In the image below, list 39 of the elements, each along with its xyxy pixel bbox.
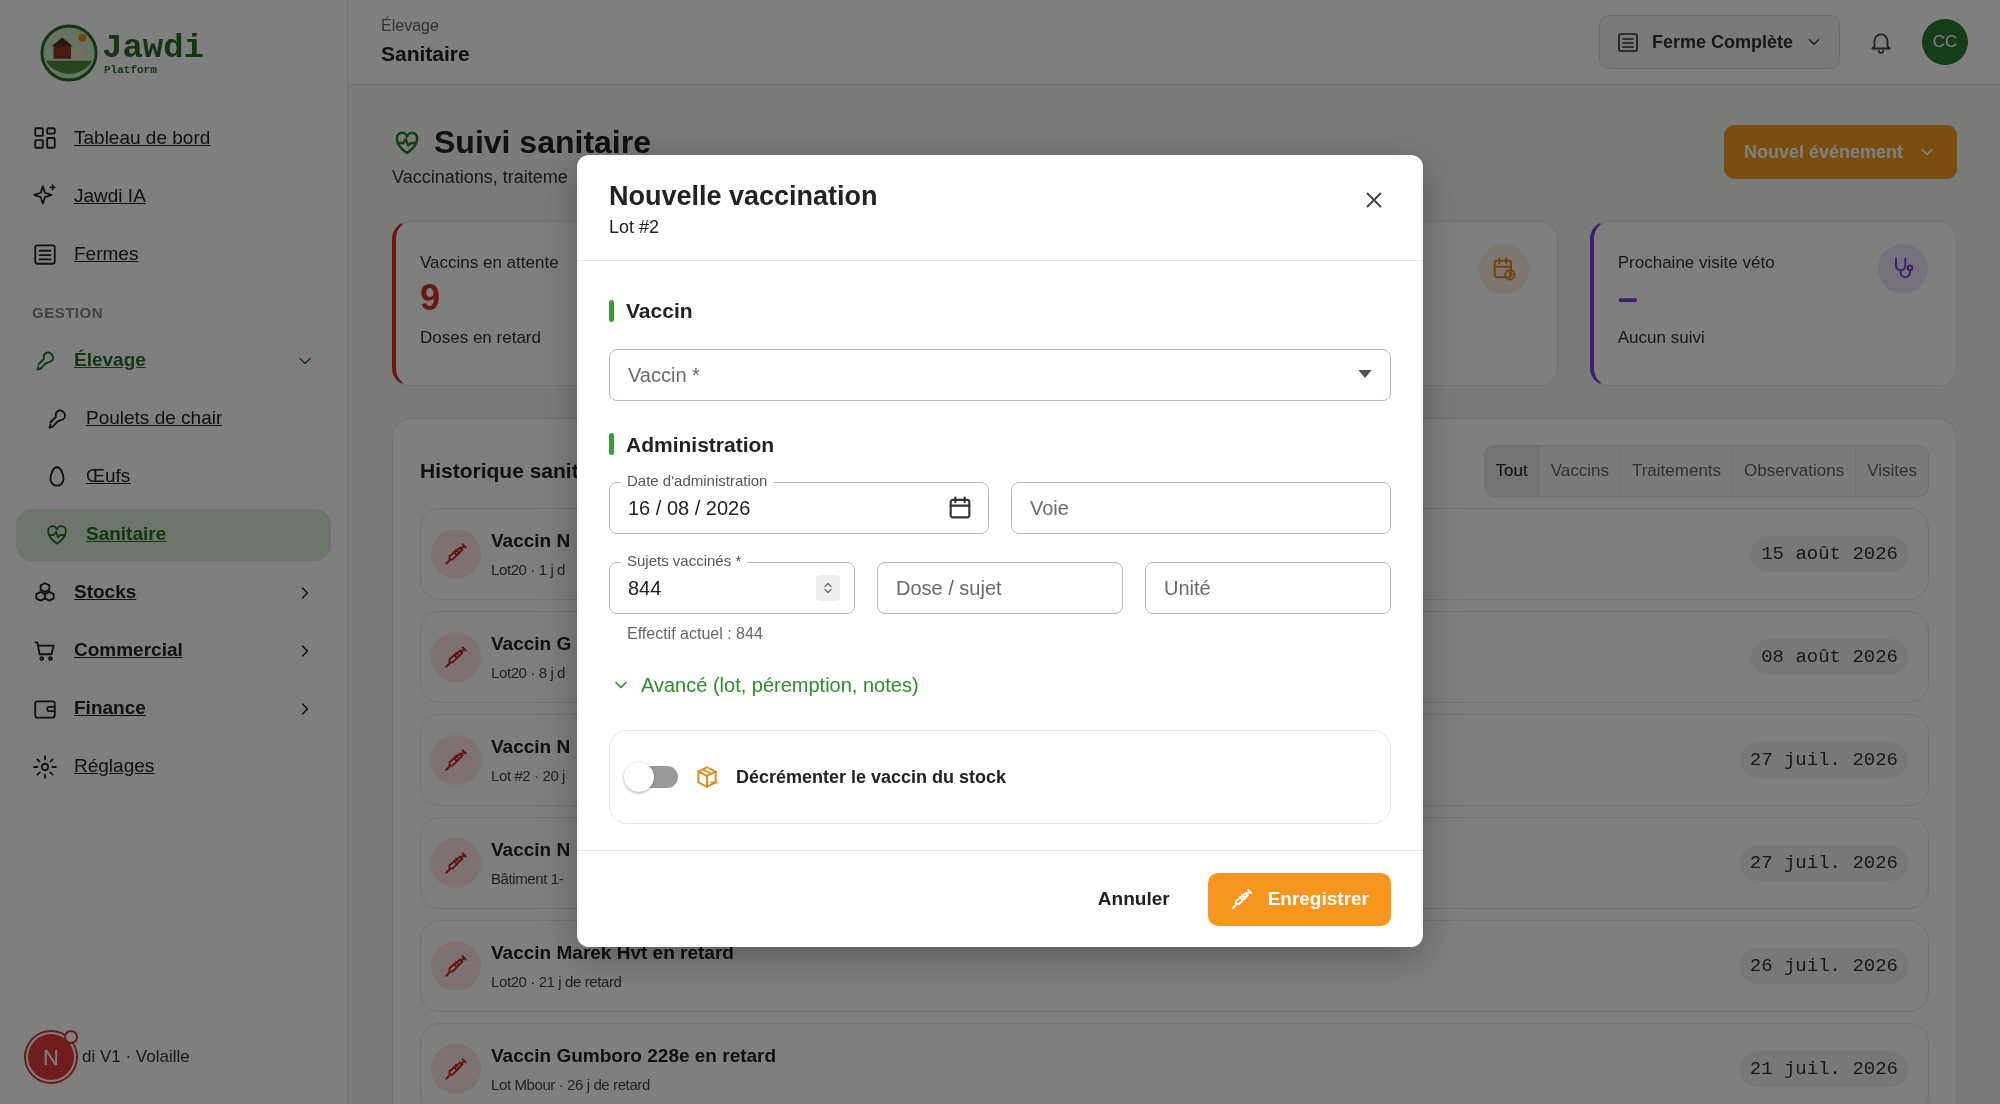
stat-value: 9 xyxy=(420,275,441,319)
event-title: Vaccin Marek Hvt en retard xyxy=(491,940,734,965)
date-badge: 15 août 2026 xyxy=(1751,535,1908,573)
stat-label: Prochaine visite véto xyxy=(1617,252,1775,275)
modal-title: Nouvelle vaccination xyxy=(609,180,878,213)
event-title: Vaccin Gumboro 228e en retard xyxy=(491,1043,777,1068)
event-title: Vaccin G xyxy=(491,631,572,656)
event-subtitle: Lot Mbour · 26 j de retard xyxy=(491,1075,650,1096)
stat-value: – xyxy=(1617,275,1638,319)
section-heading: Administration xyxy=(626,431,775,458)
stat-note: Aucun suivi xyxy=(1617,326,1705,349)
breadcrumb: Élevage xyxy=(381,15,440,37)
event-subtitle: Bâtiment 1- xyxy=(491,869,564,890)
event-subtitle: Lot20 · 1 j d xyxy=(491,560,566,581)
section-label: GESTION xyxy=(32,303,104,323)
date-badge: 27 juil. 2026 xyxy=(1739,741,1908,779)
event-subtitle: Lot20 · 21 j de retard xyxy=(491,972,622,993)
logo-title: Jawdi xyxy=(102,30,205,65)
version-text: di V1 · Volaille xyxy=(82,1046,190,1069)
event-title: Vaccin N xyxy=(491,528,571,553)
date-badge: 27 juil. 2026 xyxy=(1739,844,1908,882)
page-heading: Suivi sanitaire xyxy=(434,125,651,161)
event-title: Vaccin N xyxy=(491,837,571,862)
date-badge: 21 juil. 2026 xyxy=(1739,1050,1908,1088)
field-hint: Effectif actuel : 844 xyxy=(627,624,764,644)
event-subtitle: Lot #2 · 20 j xyxy=(491,766,566,787)
modal-subtitle: Lot #2 xyxy=(609,216,661,240)
page-subtitle: Vaccinations, traiteme xyxy=(392,166,569,190)
logo-subtitle: Platform xyxy=(104,64,158,76)
event-subtitle: Lot20 · 8 j d xyxy=(491,663,566,684)
stat-note: Doses en retard xyxy=(420,326,541,349)
event-title: Vaccin N xyxy=(491,734,571,759)
page-title: Sanitaire xyxy=(381,41,470,68)
toggle-label: Décrémenter le vaccin du stock xyxy=(736,765,1007,789)
section-title: Historique sanit xyxy=(420,458,579,485)
date-badge: 08 août 2026 xyxy=(1751,638,1908,676)
section-heading: Vaccin xyxy=(626,298,693,324)
stat-label: Vaccins en attente xyxy=(420,252,559,275)
date-badge: 26 juil. 2026 xyxy=(1739,947,1908,985)
